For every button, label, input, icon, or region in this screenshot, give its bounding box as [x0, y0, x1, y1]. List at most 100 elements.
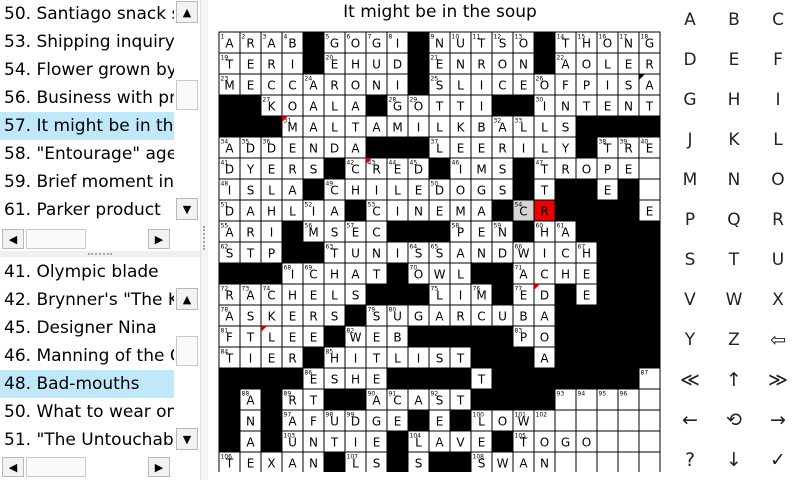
key-k[interactable]: K	[716, 122, 752, 158]
key-c[interactable]: C	[760, 2, 796, 38]
key-o[interactable]: O	[760, 162, 796, 198]
down-arrow-icon[interactable]: ↓	[716, 442, 752, 478]
key-m[interactable]: M	[672, 162, 708, 198]
down-clue[interactable]: 51. "The Untouchables" star	[0, 426, 174, 454]
grid-cell[interactable]	[596, 430, 619, 453]
scroll-up-arrow-icon[interactable]: ▲	[176, 1, 198, 23]
grid-cell[interactable]	[638, 451, 661, 472]
cell-letter: T	[645, 100, 654, 114]
black-square	[596, 199, 619, 222]
scroll-thumb[interactable]	[26, 229, 86, 249]
down-clue[interactable]: 42. Brynner's "The King and I"	[0, 286, 174, 314]
black-square	[491, 94, 514, 117]
grid-cell[interactable]	[617, 451, 640, 472]
key-p[interactable]: P	[672, 202, 708, 238]
cell-letter: D	[225, 163, 234, 177]
key-u[interactable]: U	[760, 242, 796, 278]
toggle-direction-icon[interactable]: ⟲	[716, 402, 752, 438]
cell-letter: T	[540, 163, 549, 177]
grid-cell[interactable]	[575, 451, 598, 472]
key-j[interactable]: J	[672, 122, 708, 158]
down-vertical-scrollbar[interactable]: ▲ ▼	[176, 258, 198, 452]
down-clue[interactable]: 50. What to wear on one's feet	[0, 398, 174, 426]
grid-cell[interactable]	[617, 430, 640, 453]
key-v[interactable]: V	[672, 282, 708, 318]
scroll-thumb[interactable]	[176, 80, 198, 110]
key-d[interactable]: D	[672, 42, 708, 78]
black-square	[407, 136, 430, 159]
across-horizontal-scrollbar[interactable]: ◀ ▶	[2, 229, 172, 249]
key-r[interactable]: R	[760, 202, 796, 238]
scroll-right-arrow-icon[interactable]: ▶	[148, 457, 170, 477]
left-arrow-icon[interactable]: ←	[672, 402, 708, 438]
scroll-thumb[interactable]	[26, 457, 86, 477]
grid-cell[interactable]	[638, 178, 661, 201]
check-icon[interactable]: ✓	[760, 442, 796, 478]
key-l[interactable]: L	[760, 122, 796, 158]
key-e[interactable]: E	[716, 42, 752, 78]
across-clues-panel[interactable]: 50. Santiago snack stand 53. Shipping in…	[0, 0, 200, 250]
hint-icon[interactable]: ?	[672, 442, 708, 478]
main-splitter[interactable]	[200, 0, 208, 480]
next-word-icon[interactable]: ≫	[760, 362, 796, 398]
across-clue[interactable]: 50. Santiago snack stand	[0, 0, 174, 28]
key-i[interactable]: I	[760, 82, 796, 118]
key-q[interactable]: Q	[716, 202, 752, 238]
black-square	[407, 52, 430, 75]
scroll-left-arrow-icon[interactable]: ◀	[2, 229, 24, 249]
grid-cell[interactable]	[596, 409, 619, 432]
key-f[interactable]: F	[760, 42, 796, 78]
scroll-right-arrow-icon[interactable]: ▶	[148, 229, 170, 249]
grid-cell[interactable]	[554, 409, 577, 432]
crossword-grid[interactable]: 1 A 2 R 3 A 4 B 5 G 6 O 7 G 8 I 9 N 10U 11T 12S 13O 14T 15H 16O 1…	[218, 31, 661, 472]
previous-word-icon[interactable]: ≪	[672, 362, 708, 398]
across-clue[interactable]: 59. Brief moment in time	[0, 168, 174, 196]
grid-cell[interactable]	[596, 451, 619, 472]
down-clues-panel[interactable]: 41. Olympic blade 42. Brynner's "The Kin…	[0, 258, 200, 480]
grid-cell[interactable]	[638, 157, 661, 180]
scroll-up-arrow-icon[interactable]: ▲	[176, 288, 198, 310]
grid-cell[interactable]	[554, 451, 577, 472]
across-clue-list[interactable]: 50. Santiago snack stand 53. Shipping in…	[0, 0, 174, 224]
across-clue[interactable]: 54. Flower grown by the Aztecs	[0, 56, 174, 84]
across-clue[interactable]: 53. Shipping inquiry	[0, 28, 174, 56]
key-y[interactable]: Y	[672, 322, 708, 358]
grid-cell[interactable]	[575, 409, 598, 432]
grid-cell[interactable]	[617, 409, 640, 432]
across-vertical-scrollbar[interactable]: ▲ ▼	[176, 0, 198, 222]
scroll-thumb[interactable]	[176, 336, 198, 366]
grid-cell[interactable]	[638, 430, 661, 453]
cell-letter: C	[540, 268, 548, 282]
down-clue-selected[interactable]: 48. Bad-mouths	[0, 370, 174, 398]
backspace-icon[interactable]: ⇦	[760, 322, 796, 358]
down-horizontal-scrollbar[interactable]: ◀ ▶	[2, 457, 172, 477]
key-z[interactable]: Z	[716, 322, 752, 358]
right-arrow-icon[interactable]: →	[760, 402, 796, 438]
cell-letter: S	[331, 226, 339, 240]
key-n[interactable]: N	[716, 162, 752, 198]
key-h[interactable]: H	[716, 82, 752, 118]
scroll-down-arrow-icon[interactable]: ▼	[176, 198, 198, 220]
clue-panel-splitter[interactable]	[0, 251, 200, 257]
key-t[interactable]: T	[716, 242, 752, 278]
down-clue-list[interactable]: 41. Olympic blade 42. Brynner's "The Kin…	[0, 258, 174, 454]
across-clue-selected[interactable]: 57. It might be in the soup	[0, 112, 174, 140]
down-clue[interactable]: 45. Designer Nina	[0, 314, 174, 342]
key-w[interactable]: W	[716, 282, 752, 318]
key-g[interactable]: G	[672, 82, 708, 118]
up-arrow-icon[interactable]: ↑	[716, 362, 752, 398]
black-square	[596, 241, 619, 264]
key-x[interactable]: X	[760, 282, 796, 318]
across-clue[interactable]: 56. Business with projectors	[0, 84, 174, 112]
down-clue[interactable]: 46. Manning of the Giants	[0, 342, 174, 370]
grid-cell[interactable]	[638, 409, 661, 432]
across-clue[interactable]: 61. Parker product	[0, 196, 174, 224]
key-a[interactable]: A	[672, 2, 708, 38]
grid-cell[interactable]	[638, 388, 661, 411]
across-clue[interactable]: 58. "Entourage" agent	[0, 140, 174, 168]
key-s[interactable]: S	[672, 242, 708, 278]
key-b[interactable]: B	[716, 2, 752, 38]
scroll-down-arrow-icon[interactable]: ▼	[176, 428, 198, 450]
down-clue[interactable]: 41. Olympic blade	[0, 258, 174, 286]
scroll-left-arrow-icon[interactable]: ◀	[2, 457, 24, 477]
